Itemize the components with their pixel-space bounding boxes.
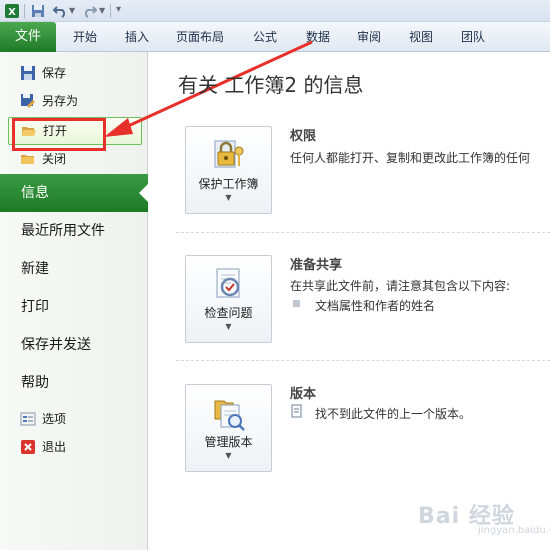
undo-dropdown-icon[interactable]: ▼ — [69, 6, 75, 15]
redo-dropdown-icon[interactable]: ▼ — [99, 6, 105, 15]
nav-new[interactable]: 新建 — [0, 250, 148, 288]
chevron-down-icon: ▼ — [225, 322, 232, 331]
tab-insert[interactable]: 插入 — [116, 22, 158, 52]
nav-save-label: 保存 — [42, 66, 67, 80]
bullet-icon — [293, 300, 300, 307]
nav-save-as[interactable]: 另存为 — [0, 90, 148, 112]
nav-exit-label: 退出 — [42, 440, 67, 454]
tab-file[interactable]: 文件 — [0, 22, 56, 52]
nav-save-send[interactable]: 保存并发送 — [0, 326, 148, 364]
inspect-document-icon — [216, 268, 240, 298]
svg-text:X: X — [8, 7, 16, 18]
excel-app-icon[interactable]: X — [4, 3, 20, 19]
watermark-url: jingyan.baidu.com — [478, 525, 550, 536]
check-issues-label: 检查问题 — [204, 306, 253, 320]
check-issues-button[interactable]: 检查问题 ▼ — [185, 255, 272, 343]
prepare-sharing-heading: 准备共享 — [290, 258, 343, 273]
tab-home[interactable]: 开始 — [64, 22, 106, 52]
protect-workbook-button[interactable]: 保护工作簿 ▼ — [185, 126, 272, 214]
toolbar-separator — [110, 4, 111, 18]
nav-options[interactable]: 选项 — [0, 408, 148, 430]
ribbon-tab-bar: 文件 开始 插入 页面布局 公式 数据 审阅 视图 团队 — [0, 22, 550, 52]
manage-versions-button[interactable]: 管理版本 ▼ — [185, 384, 272, 472]
save-as-icon — [21, 94, 35, 108]
quick-access-toolbar: X ▼ ▼ ▾ — [0, 0, 550, 22]
prepare-sharing-description: 在共享此文件前，请注意其包含以下内容: — [290, 279, 511, 293]
section-divider — [176, 232, 550, 233]
versions-heading: 版本 — [290, 387, 317, 402]
customize-toolbar-icon[interactable]: ▾ — [116, 4, 121, 15]
protect-workbook-label: 保护工作簿 — [198, 177, 259, 191]
manage-versions-label: 管理版本 — [204, 435, 253, 449]
nav-info-label: 信息 — [21, 185, 49, 201]
folder-close-icon — [21, 155, 34, 164]
document-properties-item: 文档属性和作者的姓名 — [315, 299, 436, 313]
lock-key-icon — [214, 140, 244, 168]
chevron-down-icon: ▼ — [225, 451, 232, 460]
exit-icon — [21, 440, 35, 454]
nav-help[interactable]: 帮助 — [0, 364, 148, 402]
nav-save-as-label: 另存为 — [42, 94, 79, 108]
nav-close-label: 关闭 — [42, 152, 67, 166]
tab-formulas[interactable]: 公式 — [244, 22, 286, 52]
save-icon — [21, 66, 35, 80]
undo-icon[interactable] — [52, 3, 68, 19]
save-icon[interactable] — [30, 3, 46, 19]
active-indicator — [139, 183, 149, 203]
section-divider — [176, 360, 550, 361]
nav-recent[interactable]: 最近所用文件 — [0, 212, 148, 250]
nav-close[interactable]: 关闭 — [0, 148, 148, 170]
tab-page-layout[interactable]: 页面布局 — [168, 22, 232, 52]
tab-review[interactable]: 审阅 — [348, 22, 390, 52]
nav-print[interactable]: 打印 — [0, 288, 148, 326]
permissions-description: 任何人都能打开、复制和更改此工作簿的任何 — [290, 151, 531, 165]
redo-icon[interactable] — [82, 3, 98, 19]
document-icon — [291, 404, 302, 418]
tab-team[interactable]: 团队 — [452, 22, 494, 52]
tab-view[interactable]: 视图 — [400, 22, 442, 52]
page-title: 有关 工作簿2 的信息 — [178, 73, 364, 97]
annotation-highlight-box — [12, 118, 106, 151]
versions-description: 找不到此文件的上一个版本。 — [315, 407, 472, 421]
nav-exit[interactable]: 退出 — [0, 436, 148, 458]
toolbar-separator — [24, 4, 25, 18]
chevron-down-icon: ▼ — [225, 193, 232, 202]
options-icon — [20, 412, 36, 426]
tab-data[interactable]: 数据 — [297, 22, 339, 52]
versions-icon — [214, 400, 245, 431]
nav-options-label: 选项 — [42, 412, 67, 426]
permissions-heading: 权限 — [290, 129, 317, 144]
nav-info[interactable]: 信息 — [0, 174, 149, 212]
nav-save[interactable]: 保存 — [0, 62, 148, 84]
